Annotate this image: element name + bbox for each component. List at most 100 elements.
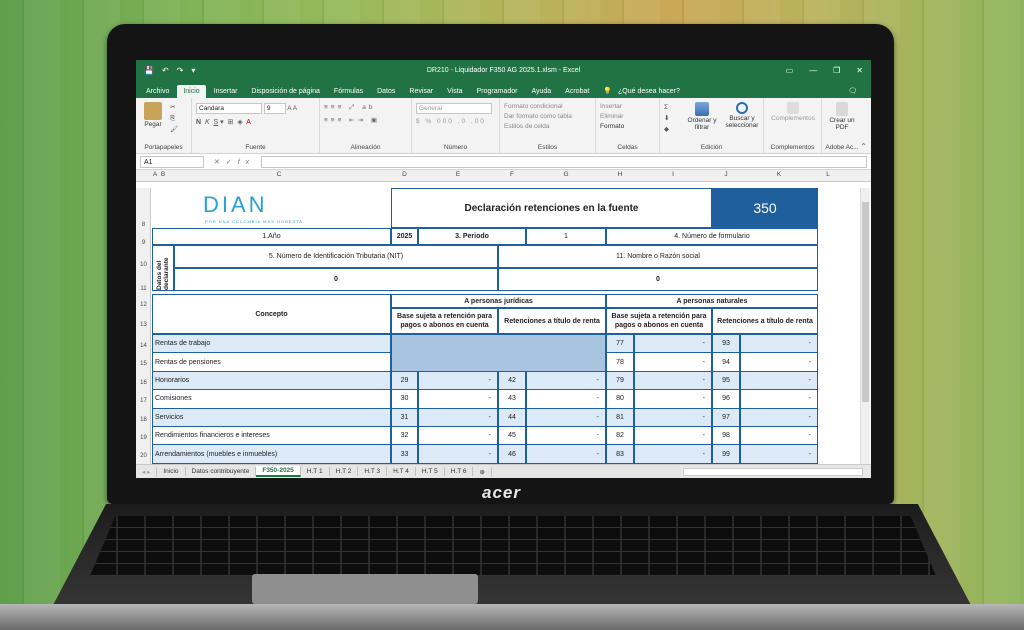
col-f[interactable]: F (498, 171, 526, 178)
delete-cells-button[interactable]: Eliminar (600, 112, 655, 122)
ret-juridicas-value[interactable]: - (526, 444, 606, 464)
italic-button[interactable]: K (205, 119, 210, 126)
base-naturales-value[interactable]: - (634, 352, 712, 372)
table-format-button[interactable]: Dar formato como tabla (504, 112, 591, 122)
col-l[interactable]: L (818, 171, 838, 178)
row-11[interactable]: 11 (136, 286, 151, 292)
col-b[interactable]: B (159, 171, 167, 178)
grow-font-icon[interactable]: A (287, 105, 291, 112)
horizontal-scrollbar[interactable] (683, 467, 863, 476)
formula-input[interactable] (261, 155, 867, 168)
tab-revisar[interactable]: Revisar (403, 85, 439, 98)
align-icons-2[interactable]: ≡≡≡ ⇤⇥ ▣ (324, 116, 407, 124)
sheet-f350[interactable]: F350-2025 (256, 466, 301, 477)
base-juridicas-value[interactable]: - (418, 370, 498, 391)
ret-naturales-value[interactable]: - (740, 370, 818, 391)
ret-juridicas-value[interactable]: - (526, 407, 606, 427)
row-10[interactable]: 10 (136, 262, 151, 268)
row-14[interactable]: 14 (136, 343, 151, 349)
vertical-scrollbar[interactable] (860, 188, 870, 464)
ret-naturales-value[interactable]: - (740, 407, 818, 427)
comments-icon[interactable]: 🗨 (842, 84, 863, 98)
row-20[interactable]: 20 (136, 453, 151, 459)
create-pdf-button[interactable]: Crear un PDF (826, 100, 858, 131)
border-icon[interactable]: ⊞ (228, 119, 234, 126)
row-8[interactable]: 8 (136, 222, 151, 228)
sheet-ht3[interactable]: H.T 3 (358, 467, 388, 476)
format-cells-button[interactable]: Formato (600, 122, 655, 132)
col-a[interactable]: A (151, 171, 159, 178)
fill-color-icon[interactable]: ◈ (237, 119, 242, 126)
addins-button[interactable]: Complementos (768, 100, 818, 122)
base-juridicas-value[interactable]: - (418, 444, 498, 464)
tab-disposicion[interactable]: Disposición de página (245, 85, 326, 98)
col-c[interactable]: C (167, 171, 391, 178)
sheet-ht6[interactable]: H.T 6 (445, 467, 474, 476)
base-naturales-value[interactable]: - (634, 334, 712, 354)
row-15[interactable]: 15 (136, 361, 151, 367)
ret-naturales-value[interactable]: - (740, 334, 818, 354)
tab-vista[interactable]: Vista (441, 85, 468, 98)
ret-juridicas-value[interactable]: - (526, 389, 606, 409)
razon-value[interactable]: 0 (498, 268, 818, 291)
sheet-inicio[interactable]: Inicio (157, 467, 186, 476)
cell-styles-button[interactable]: Estilos de celda (504, 122, 591, 132)
shrink-font-icon[interactable]: A (293, 105, 297, 112)
tab-ayuda[interactable]: Ayuda (525, 85, 557, 98)
sheet-datos-contribuyente[interactable]: Datos contribuyente (186, 467, 257, 476)
ret-naturales-value[interactable]: - (740, 426, 818, 446)
tab-insertar[interactable]: Insertar (208, 85, 244, 98)
año-value[interactable]: 2025 (391, 228, 418, 245)
number-icons[interactable]: $ % 000 ,0 ,00 (416, 118, 495, 125)
col-h[interactable]: H (606, 171, 634, 178)
row-13[interactable]: 13 (136, 322, 151, 328)
collapse-ribbon-icon[interactable]: ⌃ (860, 142, 867, 151)
base-naturales-value[interactable]: - (634, 444, 712, 464)
cut-copy-icons[interactable]: ✂ ⎘ 🖌 (170, 102, 178, 135)
align-icons[interactable]: ≡≡≡ ⤢ ab (324, 104, 407, 112)
help-search[interactable]: ¿Qué desea hacer? (618, 85, 686, 98)
find-select-button[interactable]: Buscar y seleccionar (722, 100, 762, 129)
tab-datos[interactable]: Datos (371, 85, 401, 98)
ret-naturales-value[interactable]: - (740, 444, 818, 464)
base-juridicas-value[interactable]: - (418, 407, 498, 427)
sheet-ht5[interactable]: H.T 5 (416, 467, 445, 476)
tab-inicio[interactable]: Inicio (177, 85, 206, 98)
col-e[interactable]: E (418, 171, 498, 178)
row-9[interactable]: 9 (136, 240, 151, 246)
underline-button[interactable]: S (214, 119, 219, 126)
base-naturales-value[interactable]: - (634, 370, 712, 391)
tab-archivo[interactable]: Archivo (140, 85, 175, 98)
base-naturales-value[interactable]: - (634, 407, 712, 427)
insert-cells-button[interactable]: Insertar (600, 102, 655, 112)
base-naturales-value[interactable]: - (634, 389, 712, 409)
row-18[interactable]: 18 (136, 417, 151, 423)
tab-programador[interactable]: Programador (471, 85, 524, 98)
add-sheet-icon[interactable]: ⊕ (473, 466, 492, 477)
row-19[interactable]: 19 (136, 435, 151, 441)
sheet-nav-icon[interactable]: ◂ ▸ (136, 466, 158, 477)
sum-icon[interactable]: Σ ⬇ ◆ (664, 102, 669, 135)
row-17[interactable]: 17 (136, 398, 151, 404)
row-16[interactable]: 16 (136, 380, 151, 386)
font-color-icon[interactable]: A (246, 119, 251, 126)
vertical-scroll-thumb[interactable] (862, 202, 869, 402)
sheet-ht1[interactable]: H.T 1 (301, 467, 330, 476)
tab-acrobat[interactable]: Acrobat (559, 85, 595, 98)
sheet-ht4[interactable]: H.T 4 (387, 467, 416, 476)
sheet-ht2[interactable]: H.T 2 (330, 467, 359, 476)
tab-formulas[interactable]: Fórmulas (328, 85, 369, 98)
paste-button[interactable]: Pegar (140, 100, 166, 128)
base-juridicas-value[interactable]: - (418, 389, 498, 409)
sort-filter-button[interactable]: Ordenar y filtrar (684, 100, 720, 131)
font-name-select[interactable]: Candara (196, 103, 262, 114)
sheet-grid[interactable]: 8 9 10 11 12 13 14 15 16 17 18 19 20 DIA… (136, 188, 871, 464)
col-j[interactable]: J (712, 171, 740, 178)
ret-juridicas-value[interactable]: - (526, 370, 606, 391)
col-i[interactable]: I (634, 171, 712, 178)
col-g[interactable]: G (526, 171, 606, 178)
formula-buttons[interactable]: ✕✓fx (214, 158, 255, 166)
ret-naturales-value[interactable]: - (740, 352, 818, 372)
bold-button[interactable]: N (196, 119, 201, 126)
nit-value[interactable]: 0 (174, 268, 498, 291)
